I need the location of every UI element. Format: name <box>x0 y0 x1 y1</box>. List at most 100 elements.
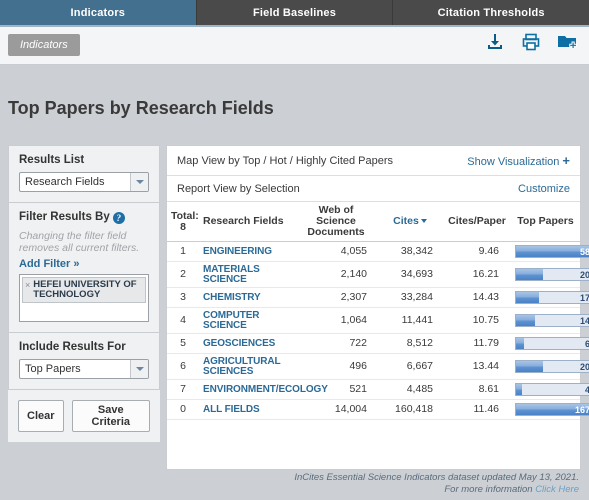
include-results-select[interactable]: Top Papers <box>19 359 149 379</box>
top-papers-meter-fill <box>516 338 525 349</box>
top-papers-value: 4 <box>584 385 589 395</box>
content-area: Results List Research Fields Filter Resu… <box>0 145 589 470</box>
row-top-papers: 14 <box>511 307 589 334</box>
chevron-down-icon[interactable] <box>130 360 148 378</box>
row-field-link[interactable]: CHEMISTRY <box>203 293 291 303</box>
results-list-label: Results List <box>19 154 85 166</box>
table-row[interactable]: 0 ALL FIELDS 14,004 160,418 11.46 167 <box>167 399 589 420</box>
save-criteria-button[interactable]: Save Criteria <box>71 400 150 432</box>
col-top-papers[interactable]: Top Papers <box>511 202 580 242</box>
download-icon[interactable] <box>485 32 505 52</box>
filter-hint: Changing the filter field removes all cu… <box>19 230 140 254</box>
results-panel: Map View by Top / Hot / Highly Cited Pap… <box>166 145 589 470</box>
row-rank: 2 <box>167 261 199 288</box>
row-rank: 1 <box>167 241 199 262</box>
table-row[interactable]: 2 MATERIALS SCIENCE 2,140 34,693 16.21 2… <box>167 261 589 288</box>
show-visualization-link[interactable]: Show Visualization + <box>467 153 570 168</box>
col-research-fields[interactable]: Research Fields <box>199 202 295 242</box>
col-cites-sort-link[interactable]: Cites <box>393 215 419 227</box>
top-papers-meter: 17 <box>515 291 589 304</box>
filter-chip-label: HEFEI UNIVERSITY OF TECHNOLOGY <box>33 279 137 300</box>
total-value: 8 <box>180 220 186 233</box>
row-field[interactable]: COMPUTER SCIENCE <box>199 307 295 334</box>
results-list-value: Research Fields <box>25 176 105 188</box>
close-icon[interactable]: × <box>25 280 30 300</box>
page-title: Top Papers by Research Fields <box>8 98 274 118</box>
row-field-link[interactable]: GEOSCIENCES <box>203 339 291 349</box>
row-cites: 4,485 <box>377 379 443 400</box>
col-wos-documents[interactable]: Web of Science Documents <box>295 202 377 242</box>
footer-line-1: InCites Essential Science Indicators dat… <box>294 472 579 483</box>
row-field-link[interactable]: MATERIALS SCIENCE <box>203 265 291 285</box>
print-icon[interactable] <box>521 32 541 52</box>
tab-citation-thresholds[interactable]: Citation Thresholds <box>393 0 589 25</box>
clear-button[interactable]: Clear <box>18 400 64 432</box>
row-field-link[interactable]: ENVIRONMENT/ECOLOGY <box>203 385 328 395</box>
row-cites-per-paper: 11.79 <box>443 333 511 354</box>
footer-line-2-prefix: For more information <box>444 484 536 495</box>
table-row[interactable]: 5 GEOSCIENCES 722 8,512 11.79 6 <box>167 333 589 354</box>
row-cites-per-paper: 9.46 <box>443 241 511 262</box>
table-row[interactable]: 1 ENGINEERING 4,055 38,342 9.46 58 <box>167 241 589 262</box>
row-top-papers: 167 <box>511 399 589 420</box>
top-papers-meter-fill <box>516 315 535 326</box>
top-papers-meter-fill <box>516 292 539 303</box>
customize-link[interactable]: Customize <box>518 183 570 195</box>
add-to-folder-icon[interactable] <box>557 32 579 52</box>
tab-indicators[interactable]: Indicators <box>0 0 197 25</box>
tab-citation-thresholds-label: Citation Thresholds <box>437 6 545 19</box>
row-field-link[interactable]: ALL FIELDS <box>203 405 291 415</box>
chevron-down-icon[interactable] <box>130 173 148 191</box>
row-field[interactable]: ENGINEERING <box>199 241 295 262</box>
row-cites-per-paper: 13.44 <box>443 353 511 380</box>
row-top-papers: 17 <box>511 287 589 308</box>
row-cites-per-paper: 11.46 <box>443 399 511 420</box>
main-tab-bar: Indicators Field Baselines Citation Thre… <box>0 0 589 27</box>
breadcrumb[interactable]: Indicators <box>8 34 80 56</box>
table-row[interactable]: 6 AGRICULTURAL SCIENCES 496 6,667 13.44 … <box>167 353 589 380</box>
top-papers-meter-fill <box>516 361 543 372</box>
map-view-row: Map View by Top / Hot / Highly Cited Pap… <box>167 146 580 176</box>
top-papers-value: 6 <box>584 339 589 349</box>
results-table-head: Total: 8 Research Fields Web of Science D… <box>167 202 580 242</box>
results-table: Total: 8 Research Fields Web of Science D… <box>167 202 589 420</box>
click-here-link[interactable]: Click Here <box>535 484 579 495</box>
row-rank: 6 <box>167 353 199 380</box>
include-results-label: Include Results For <box>19 341 126 353</box>
table-row[interactable]: 4 COMPUTER SCIENCE 1,064 11,441 10.75 14 <box>167 307 589 334</box>
top-papers-value: 167 <box>574 405 589 415</box>
row-field[interactable]: GEOSCIENCES <box>199 333 295 354</box>
filter-chip-box[interactable]: × HEFEI UNIVERSITY OF TECHNOLOGY <box>19 274 149 322</box>
row-field-link[interactable]: ENGINEERING <box>203 247 291 257</box>
row-rank: 7 <box>167 379 199 400</box>
top-papers-meter: 167 <box>515 403 589 416</box>
row-top-papers: 58 <box>511 241 589 262</box>
filter-results-title: Filter Results By <box>19 211 110 223</box>
top-papers-value: 20 <box>579 362 589 372</box>
row-top-papers: 20 <box>511 261 589 288</box>
row-field[interactable]: ENVIRONMENT/ECOLOGY <box>199 379 328 400</box>
row-rank: 3 <box>167 287 199 308</box>
row-cites-per-paper: 16.21 <box>443 261 511 288</box>
table-row[interactable]: 7 ENVIRONMENT/ECOLOGY 521 4,485 8.61 4 <box>167 379 589 400</box>
plus-icon: + <box>562 153 570 168</box>
table-row[interactable]: 3 CHEMISTRY 2,307 33,284 14.43 17 <box>167 287 589 308</box>
include-results-panel: Include Results For Top Papers <box>8 332 160 390</box>
tab-field-baselines[interactable]: Field Baselines <box>196 0 394 25</box>
row-field[interactable]: AGRICULTURAL SCIENCES <box>199 353 295 380</box>
top-papers-meter: 14 <box>515 314 589 327</box>
row-field-link[interactable]: AGRICULTURAL SCIENCES <box>203 357 291 377</box>
sidebar: Results List Research Fields Filter Resu… <box>8 145 160 470</box>
row-field-link[interactable]: COMPUTER SCIENCE <box>203 311 291 331</box>
row-field[interactable]: MATERIALS SCIENCE <box>199 261 295 288</box>
filter-chip[interactable]: × HEFEI UNIVERSITY OF TECHNOLOGY <box>22 277 146 303</box>
row-field[interactable]: ALL FIELDS <box>199 399 295 420</box>
add-filter-link[interactable]: Add Filter » <box>19 258 149 270</box>
col-cites[interactable]: Cites <box>377 202 443 242</box>
results-list-select[interactable]: Research Fields <box>19 172 149 192</box>
help-icon[interactable]: ? <box>112 212 125 224</box>
row-field[interactable]: CHEMISTRY <box>199 287 295 308</box>
col-cites-per-paper[interactable]: Cites/Paper <box>443 202 511 242</box>
top-papers-meter: 20 <box>515 360 589 373</box>
row-top-papers: 4 <box>511 379 589 400</box>
